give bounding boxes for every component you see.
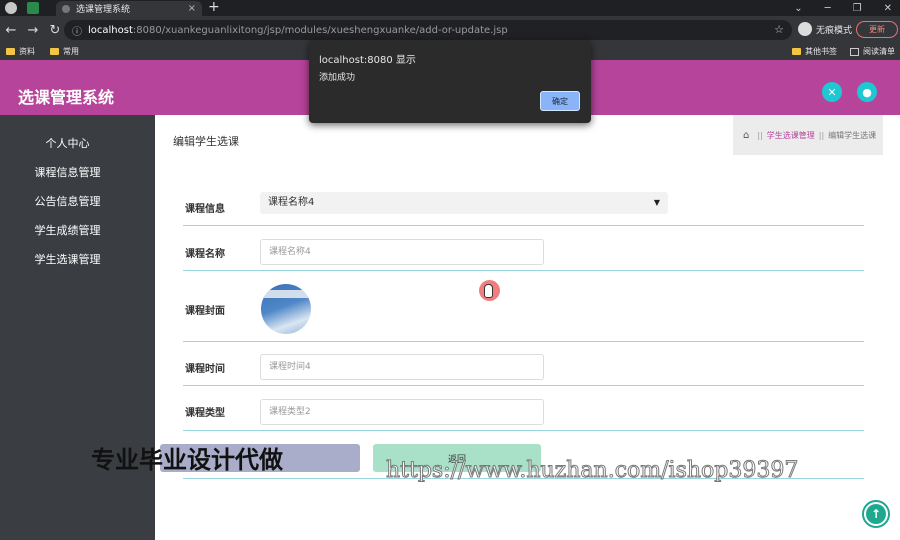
url-path: :8080/xuankeguanlixitong/jsp/modules/xue…	[132, 24, 508, 36]
breadcrumb-separator: ||	[757, 130, 763, 140]
other-bookmarks[interactable]: 其他书签	[792, 46, 837, 57]
sidebar-item-course-info[interactable]: 课程信息管理	[0, 164, 135, 180]
incognito-indicator[interactable]: 无痕模式	[798, 22, 852, 36]
minimize-icon[interactable]: ─	[825, 3, 831, 14]
watermark-text-left: 专业毕业设计代做	[91, 446, 283, 474]
forward-arrow-icon[interactable]: →	[22, 23, 44, 38]
mouse-cursor-highlight	[479, 280, 500, 301]
reading-list[interactable]: 阅读清单	[850, 46, 895, 57]
reading-list-icon	[850, 47, 859, 56]
bookmark-folder[interactable]: 常用	[50, 46, 79, 57]
folder-icon	[6, 48, 15, 55]
page-title: 编辑学生选课	[173, 135, 239, 148]
back-arrow-icon[interactable]: ←	[0, 23, 22, 38]
course-cover-label: 课程封面	[185, 306, 225, 317]
reading-list-label: 阅读清单	[863, 47, 895, 56]
back-to-top-button[interactable]: ↑	[862, 500, 890, 528]
reload-icon[interactable]: ↻	[44, 23, 66, 38]
tab-favicon-icon	[62, 4, 70, 13]
course-cover-image[interactable]	[261, 284, 311, 334]
restore-icon[interactable]: ❐	[853, 3, 862, 14]
bookmark-folder[interactable]: 资料	[6, 46, 35, 57]
browser-globe-icon[interactable]	[5, 2, 17, 14]
dialog-message: 添加成功	[319, 73, 356, 83]
alert-dialog: localhost:8080 显示 添加成功 确定	[309, 40, 591, 123]
browser-tab-active[interactable]: 选课管理系统 ×	[56, 1, 202, 16]
course-info-select[interactable]: 课程名称4 ▼	[260, 192, 668, 214]
app-title: 选课管理系统	[18, 88, 115, 107]
form-row-course-name: 课程名称 课程名称4	[183, 226, 864, 271]
sidebar-item-grades[interactable]: 学生成绩管理	[0, 222, 135, 238]
sidebar: 个人中心 课程信息管理 公告信息管理 学生成绩管理 学生选课管理	[0, 115, 155, 540]
cover-band	[261, 290, 311, 298]
bookmark-label: 资料	[19, 47, 35, 56]
course-time-label: 课程时间	[185, 364, 225, 375]
course-type-label: 课程类型	[185, 408, 225, 419]
sidebar-item-announcements[interactable]: 公告信息管理	[0, 193, 135, 209]
course-name-label: 课程名称	[185, 249, 225, 260]
site-info-icon[interactable]: ⓘ	[72, 23, 82, 38]
form-row-course-cover: 课程封面	[183, 271, 864, 342]
tab-search-icon[interactable]: ⌄	[794, 3, 802, 14]
dialog-title: localhost:8080 显示	[319, 55, 416, 66]
watermark-text-right: https://www.huzhan.com/ishop39397	[385, 458, 799, 484]
select-value: 课程名称4	[268, 197, 315, 208]
window-controls: ⌄ ─ ❐ ✕	[794, 0, 892, 16]
bookmark-star-icon[interactable]: ☆	[774, 23, 784, 36]
address-bar[interactable]: ⓘ localhost :8080/xuankeguanlixitong/jsp…	[64, 20, 792, 40]
breadcrumb-link[interactable]: 学生选课管理	[767, 130, 815, 141]
dialog-ok-button[interactable]: 确定	[540, 91, 580, 111]
bookmark-label: 常用	[63, 47, 79, 56]
form-row-course-info: 课程信息 课程名称4 ▼	[183, 192, 864, 226]
other-bookmarks-label: 其他书签	[805, 47, 837, 56]
sidebar-item-course-selection[interactable]: 学生选课管理	[0, 251, 135, 267]
course-info-label: 课程信息	[185, 204, 225, 215]
incognito-icon	[798, 22, 812, 36]
update-button[interactable]: 更新	[856, 21, 898, 38]
course-type-input[interactable]: 课程类型2	[260, 399, 544, 425]
home-icon[interactable]: ⌂	[743, 130, 749, 141]
window-close-icon[interactable]: ✕	[884, 3, 892, 14]
folder-icon	[792, 48, 801, 55]
url-host: localhost	[88, 24, 133, 36]
tab-title: 选课管理系统	[76, 5, 131, 15]
breadcrumb: ⌂ || 学生选课管理 || 编辑学生选课	[733, 115, 883, 155]
dropdown-caret-icon: ▼	[653, 198, 660, 207]
course-time-input[interactable]: 课程时间4	[260, 354, 544, 380]
breadcrumb-separator: ||	[818, 130, 825, 140]
breadcrumb-current: 编辑学生选课	[828, 130, 877, 140]
hand-pointer-icon	[484, 284, 493, 298]
browser-app-icon[interactable]	[27, 2, 39, 14]
expand-icon[interactable]: ✕	[822, 82, 842, 102]
form-row-course-time: 课程时间 课程时间4	[183, 342, 864, 386]
tab-close-icon[interactable]: ×	[188, 3, 196, 14]
form-row-course-type: 课程类型 课程类型2	[183, 386, 864, 431]
user-icon[interactable]: ●	[857, 82, 877, 102]
arrow-up-icon: ↑	[866, 504, 886, 524]
folder-icon	[50, 48, 59, 55]
sidebar-item-personal-center[interactable]: 个人中心	[0, 135, 135, 151]
browser-tab-bar: 选课管理系统 × + ⌄ ─ ❐ ✕	[0, 0, 900, 16]
incognito-label: 无痕模式	[816, 25, 853, 36]
new-tab-button[interactable]: +	[208, 0, 220, 15]
course-name-input[interactable]: 课程名称4	[260, 239, 544, 265]
